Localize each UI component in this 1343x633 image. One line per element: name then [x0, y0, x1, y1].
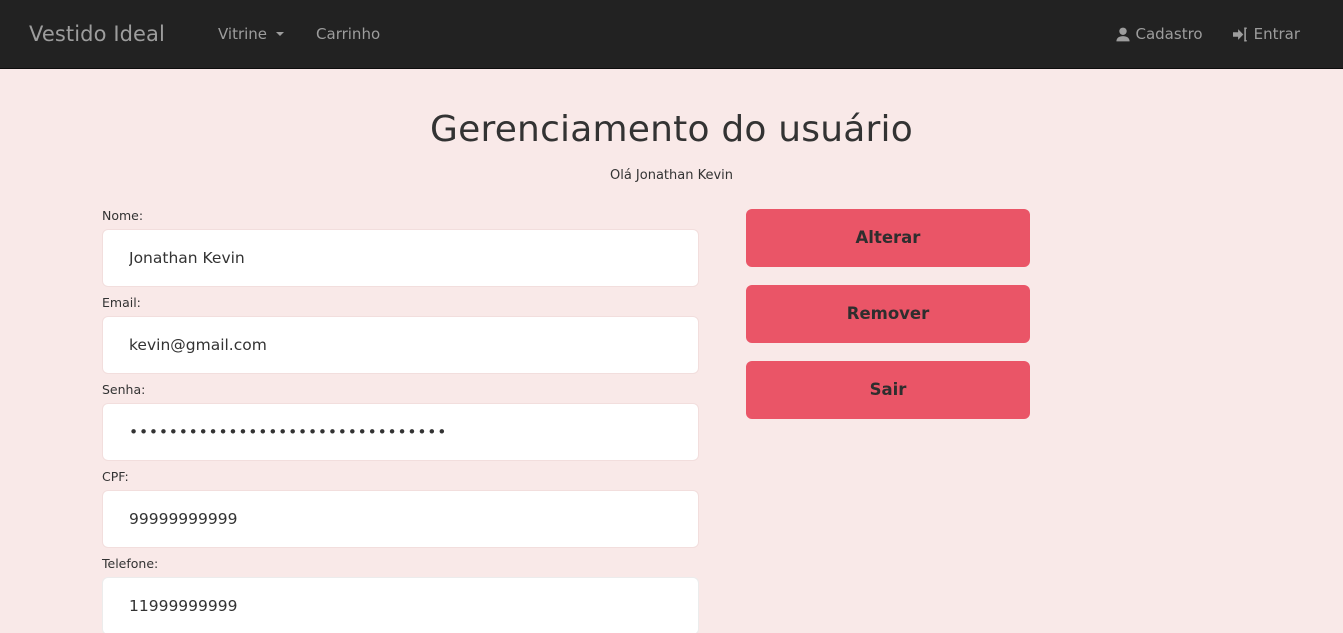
- nav-link-entrar-label: Entrar: [1253, 24, 1300, 43]
- nav-link-cadastro[interactable]: Cadastro: [1101, 24, 1218, 43]
- senha-input[interactable]: [102, 402, 699, 461]
- form-group-nome: Nome:: [102, 208, 715, 288]
- form-group-cpf: CPF:: [102, 469, 715, 548]
- action-buttons-column: Alterar Remover Sair: [746, 208, 1030, 437]
- page-subtitle: Olá Jonathan Kevin: [609, 167, 734, 183]
- label-nome: Nome:: [102, 208, 144, 224]
- nav-link-carrinho-label: Carrinho: [316, 24, 381, 43]
- nav-link-cadastro-label: Cadastro: [1135, 24, 1203, 43]
- navbar-left-group: Vestido Ideal Vitrine Carrinho: [14, 23, 396, 45]
- cpf-input[interactable]: [102, 489, 699, 548]
- navbar-primary-links: Vitrine Carrinho: [202, 24, 396, 43]
- page-container: Gerenciamento do usuário Olá Jonathan Ke…: [0, 110, 1343, 633]
- nome-input[interactable]: [102, 229, 699, 288]
- label-email: Email:: [102, 295, 141, 311]
- nav-link-vitrine-label: Vitrine: [217, 24, 268, 43]
- brand-logo[interactable]: Vestido Ideal: [14, 23, 180, 45]
- chevron-down-icon: [276, 32, 285, 36]
- user-form: Nome: Email: Senha: CPF: Telefone:: [102, 208, 715, 633]
- telefone-input[interactable]: [102, 576, 699, 633]
- sair-button[interactable]: Sair: [746, 361, 1030, 420]
- page-title: Gerenciamento do usuário: [430, 109, 913, 150]
- email-input[interactable]: [102, 315, 699, 374]
- top-navbar: Vestido Ideal Vitrine Carrinho Cadastro: [0, 0, 1343, 69]
- nav-link-carrinho[interactable]: Carrinho: [300, 24, 396, 43]
- label-senha: Senha:: [102, 381, 146, 397]
- form-group-telefone: Telefone:: [102, 556, 715, 633]
- form-group-email: Email:: [102, 295, 715, 374]
- alterar-button[interactable]: Alterar: [746, 209, 1030, 268]
- nav-link-vitrine[interactable]: Vitrine: [202, 24, 300, 43]
- sign-in-icon: [1232, 27, 1248, 42]
- user-icon: [1115, 27, 1130, 42]
- navbar-right-group: Cadastro Entrar: [1101, 24, 1328, 43]
- content-row: Nome: Email: Senha: CPF: Telefone:: [15, 208, 1328, 633]
- nav-link-entrar[interactable]: Entrar: [1218, 24, 1315, 43]
- label-telefone: Telefone:: [102, 555, 159, 571]
- label-cpf: CPF:: [102, 468, 129, 484]
- form-group-senha: Senha:: [102, 382, 715, 461]
- remover-button[interactable]: Remover: [746, 285, 1030, 344]
